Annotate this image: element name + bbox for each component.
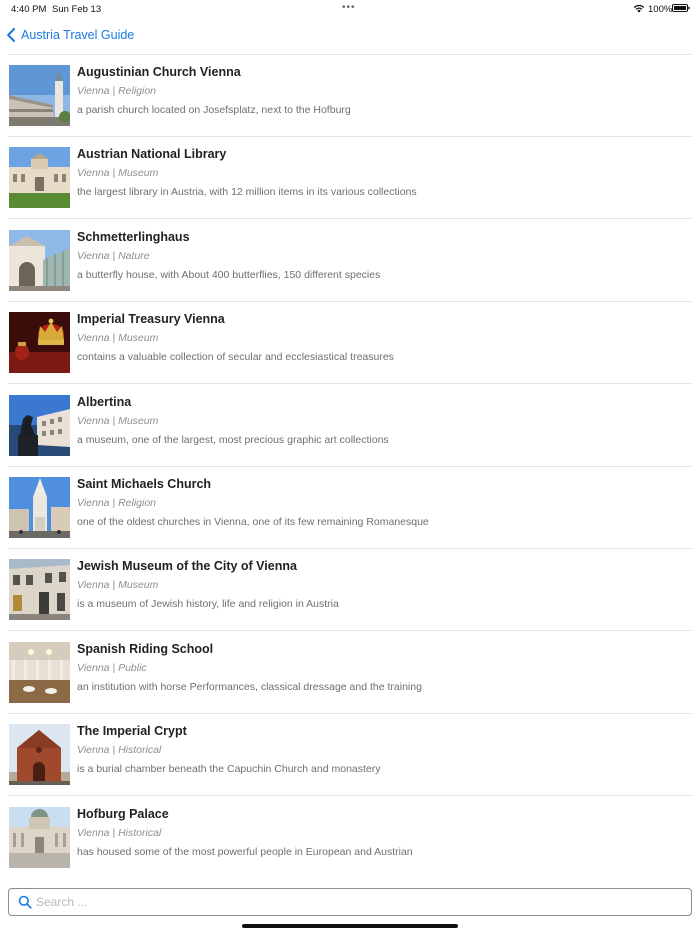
place-row-jewish-museum[interactable]: Jewish Museum of the City of Vienna Vien…	[8, 549, 692, 631]
back-button[interactable]: Austria Travel Guide	[6, 25, 134, 45]
place-thumbnail	[9, 65, 70, 126]
place-thumbnail	[9, 807, 70, 868]
place-subtitle: Vienna | Museum	[77, 332, 159, 344]
place-row-imperial-treasury[interactable]: Imperial Treasury Vienna Vienna | Museum…	[8, 302, 692, 384]
back-button-label: Austria Travel Guide	[21, 28, 135, 42]
place-title: The Imperial Crypt	[77, 724, 187, 738]
place-thumbnail	[9, 477, 70, 538]
row-divider	[8, 218, 692, 219]
place-row-schmetterlinghaus[interactable]: Schmetterlinghaus Vienna | Nature a butt…	[8, 220, 692, 302]
place-description: one of the oldest churches in Vienna, on…	[77, 516, 429, 528]
place-row-albertina[interactable]: Albertina Vienna | Museum a museum, one …	[8, 385, 692, 467]
chevron-left-icon	[7, 28, 15, 42]
place-description: a butterfly house, with About 400 butter…	[77, 269, 381, 281]
place-subtitle: Vienna | Nature	[77, 250, 150, 262]
place-subtitle: Vienna | Museum	[77, 167, 159, 179]
place-description: is a museum of Jewish history, life and …	[77, 598, 339, 610]
place-title: Augustinian Church Vienna	[77, 65, 241, 79]
battery-icon	[672, 4, 690, 12]
place-thumbnail	[9, 559, 70, 620]
place-row-national-library[interactable]: Austrian National Library Vienna | Museu…	[8, 137, 692, 219]
row-divider	[8, 795, 692, 796]
place-thumbnail	[9, 395, 70, 456]
place-title: Spanish Riding School	[77, 642, 214, 656]
place-subtitle: Vienna | Religion	[77, 497, 157, 509]
place-title: Jewish Museum of the City of Vienna	[77, 559, 297, 573]
search-icon	[18, 895, 32, 909]
place-title: Albertina	[77, 395, 132, 409]
search-input[interactable]	[36, 893, 676, 911]
place-description: a parish church located on Josefsplatz, …	[77, 104, 351, 116]
place-subtitle: Vienna | Historical	[77, 827, 162, 839]
place-title: Imperial Treasury Vienna	[77, 312, 225, 326]
place-row-imperial-crypt[interactable]: The Imperial Crypt Vienna | Historical i…	[8, 714, 692, 796]
place-title: Schmetterlinghaus	[77, 230, 190, 244]
place-thumbnail	[9, 642, 70, 703]
row-divider	[8, 383, 692, 384]
home-indicator[interactable]	[242, 924, 458, 928]
place-subtitle: Vienna | Public	[77, 662, 147, 674]
place-subtitle: Vienna | Museum	[77, 579, 159, 591]
place-description: is a burial chamber beneath the Capuchin…	[77, 763, 381, 775]
battery-percent: 100%	[648, 4, 673, 15]
place-description: the largest library in Austria, with 12 …	[77, 186, 417, 198]
place-description: has housed some of the most powerful peo…	[77, 846, 413, 858]
status-bar: 4:40 PM Sun Feb 13 ••• 100%	[0, 0, 700, 18]
place-row-saint-michaels-church[interactable]: Saint Michaels Church Vienna | Religion …	[8, 467, 692, 549]
place-row-augustinian-church[interactable]: Augustinian Church Vienna Vienna | Relig…	[8, 55, 692, 137]
place-row-spanish-riding-school[interactable]: Spanish Riding School Vienna | Public an…	[8, 632, 692, 714]
place-title: Hofburg Palace	[77, 807, 169, 821]
place-description: contains a valuable collection of secula…	[77, 351, 394, 363]
place-description: a museum, one of the largest, most preci…	[77, 434, 389, 446]
status-date: Sun Feb 13	[52, 4, 102, 15]
place-thumbnail	[9, 724, 70, 785]
place-subtitle: Vienna | Museum	[77, 415, 159, 427]
row-divider	[8, 630, 692, 631]
place-title: Austrian National Library	[77, 147, 227, 161]
search-bar[interactable]	[8, 888, 692, 916]
place-description: an institution with horse Performances, …	[77, 681, 422, 693]
multitasking-dots-icon[interactable]: •••	[342, 2, 356, 13]
status-time: 4:40 PM	[11, 4, 47, 15]
place-row-hofburg-palace[interactable]: Hofburg Palace Vienna | Historical has h…	[8, 797, 692, 879]
place-thumbnail	[9, 147, 70, 208]
place-thumbnail	[9, 230, 70, 291]
wifi-icon	[633, 4, 645, 13]
place-subtitle: Vienna | Religion	[77, 85, 157, 97]
place-title: Saint Michaels Church	[77, 477, 212, 491]
place-thumbnail	[9, 312, 70, 373]
place-subtitle: Vienna | Historical	[77, 744, 162, 756]
